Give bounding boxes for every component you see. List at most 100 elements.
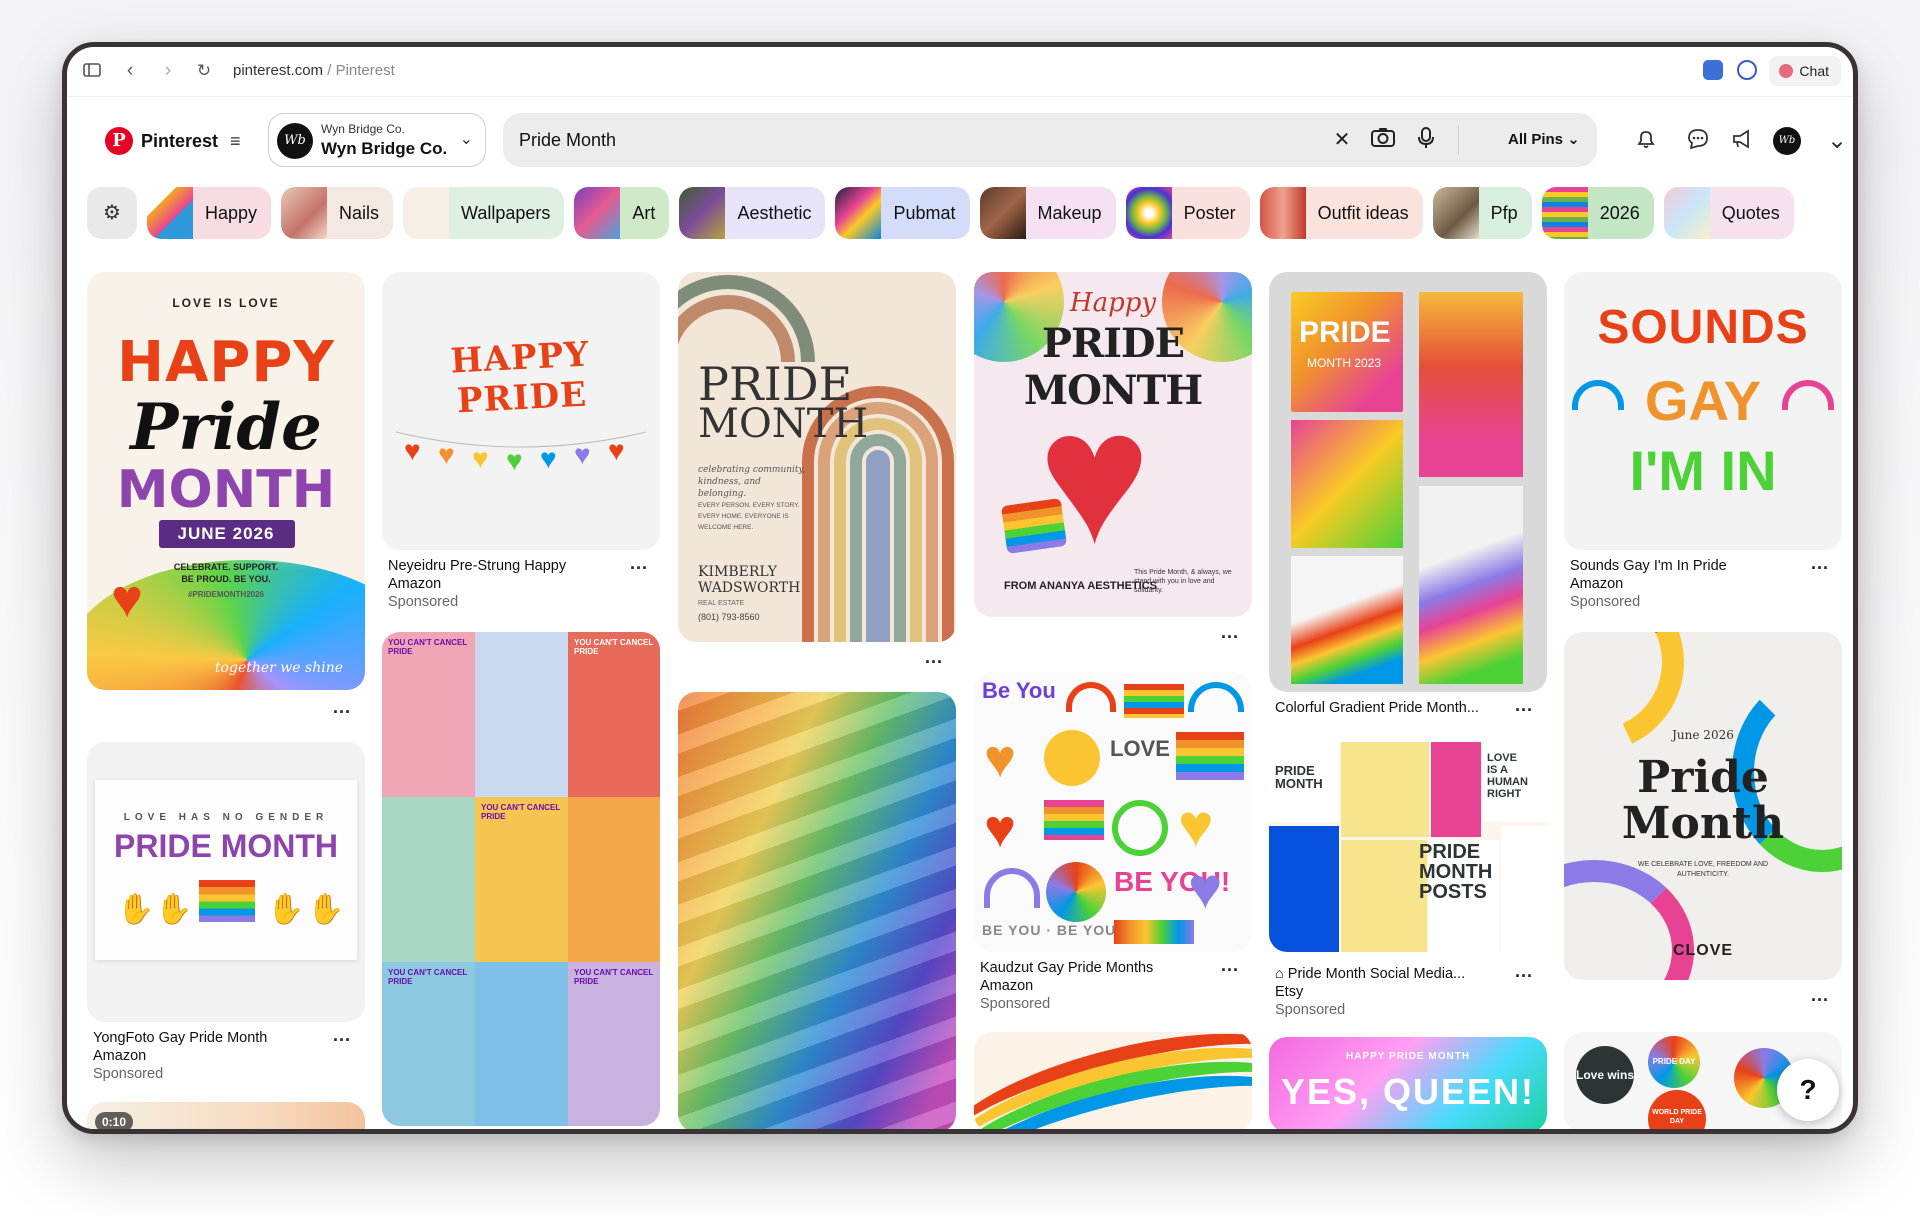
chip-aesthetic[interactable]: Aesthetic bbox=[679, 187, 826, 239]
chat-label: Chat bbox=[1799, 63, 1829, 79]
pin-text: June 2026 bbox=[1672, 728, 1734, 742]
photo-tile bbox=[568, 632, 660, 797]
pin-text: MONTH bbox=[698, 401, 869, 447]
more-options-icon[interactable]: ... bbox=[1811, 553, 1829, 574]
template-card bbox=[1419, 292, 1523, 477]
chip-outfit-ideas[interactable]: Outfit ideas bbox=[1259, 187, 1423, 239]
pin-text: YOU CAN'T CANCEL PRIDE bbox=[481, 803, 561, 821]
pin-title[interactable]: Pride Month Social Media... bbox=[1288, 966, 1465, 982]
clear-icon[interactable]: ✕ bbox=[1328, 126, 1356, 154]
chat-icon bbox=[1779, 64, 1794, 78]
search-input[interactable] bbox=[519, 113, 1299, 167]
pin-ananya-pride-month[interactable]: Happy PRIDE MONTH ♥ FROM ANANYA AESTHETI… bbox=[974, 272, 1252, 617]
chip-pfp[interactable]: Pfp bbox=[1432, 187, 1532, 239]
more-options-icon[interactable]: ... bbox=[1811, 985, 1829, 1006]
hand-icon: ✋ bbox=[155, 893, 193, 926]
megaphone-icon[interactable] bbox=[1728, 127, 1756, 155]
pin-kaudzut-stickers[interactable]: Be You ♥ LOVE WINS ♥ ♥ BE YOU! ♥ BE YOU … bbox=[974, 672, 1252, 952]
message-icon[interactable] bbox=[1684, 127, 1712, 155]
progress-flag-heart bbox=[1000, 498, 1068, 554]
reload-icon[interactable]: ↻ bbox=[193, 60, 215, 82]
sidebar-icon[interactable] bbox=[81, 60, 103, 82]
camera-icon[interactable] bbox=[1369, 126, 1397, 154]
pin-title[interactable]: Sounds Gay I'm In Pride bbox=[1570, 557, 1800, 575]
help-button[interactable]: ? bbox=[1777, 1059, 1839, 1121]
photo-tile bbox=[568, 962, 660, 1126]
pin-clove-pride-month[interactable]: June 2026 Pride Month WE CELEBRATE LOVE,… bbox=[1564, 632, 1842, 980]
more-options-icon[interactable]: ... bbox=[1221, 622, 1239, 643]
heart-garland: ♥ ♥ ♥ ♥ ♥ ♥ ♥ bbox=[395, 431, 647, 472]
pin-text: MONTH 2023 bbox=[1307, 356, 1382, 370]
svg-text:♥: ♥ bbox=[472, 443, 489, 472]
template-card bbox=[1291, 556, 1403, 684]
pin-sounds-gay-banner[interactable]: SOUNDS GAY I'M IN bbox=[1564, 272, 1842, 550]
pin-rainbow-waves[interactable] bbox=[974, 1032, 1252, 1129]
pin-cant-cancel-pride[interactable]: YOU CAN'T CANCEL PRIDE YOU CAN'T CANCEL … bbox=[382, 632, 660, 1126]
pin-title[interactable]: Colorful Gradient Pride Month... bbox=[1275, 699, 1515, 717]
pin-happy-pride-poster[interactable]: LOVE IS LOVE HAPPY Pride MONTH JUNE 2026… bbox=[87, 272, 365, 690]
browser-toolbar: ‹ › ↻ pinterest.com / Pinterest Chat bbox=[67, 47, 1853, 97]
chip-happy[interactable]: Happy bbox=[147, 187, 272, 239]
bell-icon[interactable] bbox=[1632, 127, 1660, 155]
pin-text: Pride bbox=[1637, 752, 1769, 803]
svg-text:♥: ♥ bbox=[506, 445, 523, 472]
more-options-icon[interactable]: ... bbox=[333, 1025, 351, 1046]
chip-thumbnail bbox=[979, 187, 1026, 239]
pin-title[interactable]: Kaudzut Gay Pride Months bbox=[980, 959, 1200, 977]
video-duration: 0:10 bbox=[95, 1112, 134, 1129]
profile-avatar[interactable]: Wb bbox=[1773, 127, 1801, 155]
chip-poster[interactable]: Poster bbox=[1125, 187, 1250, 239]
more-options-icon[interactable]: ... bbox=[1515, 695, 1533, 716]
menu-icon[interactable]: ≡ bbox=[230, 131, 241, 152]
more-options-icon[interactable]: ... bbox=[630, 553, 648, 574]
more-options-icon[interactable]: ... bbox=[925, 647, 943, 668]
mic-icon[interactable] bbox=[1412, 126, 1440, 154]
chip-2026[interactable]: 2026 bbox=[1541, 187, 1654, 239]
pin-pride-month-social-media[interactable]: PRIDE MONTH LOVE IS A HUMAN RIGHT PRIDE MONT… bbox=[1269, 742, 1547, 952]
account-switcher[interactable]: Wb Wyn Bridge Co. Wyn Bridge Co. ⌄ bbox=[268, 113, 486, 167]
search-bar: ✕ All Pins ⌄ bbox=[503, 113, 1597, 167]
banner-image bbox=[95, 780, 357, 960]
pinterest-logo[interactable]: P Pinterest ≡ bbox=[105, 127, 241, 155]
pin-colorful-gradient-pride[interactable]: PRIDE MONTH 2023 bbox=[1269, 272, 1547, 692]
pin-video[interactable]: 0:10 bbox=[87, 1102, 365, 1129]
pin-title[interactable]: Neyeidru Pre-Strung Happy bbox=[388, 557, 618, 575]
extension-icon[interactable] bbox=[1703, 60, 1723, 80]
pin-text: KIMBERLY WADSWORTH bbox=[698, 564, 801, 596]
chevron-down-icon[interactable]: ⌄ bbox=[1823, 127, 1851, 155]
chip-label: Art bbox=[632, 202, 656, 223]
chip-pubmat[interactable]: Pubmat bbox=[835, 187, 970, 239]
chip-thumbnail bbox=[1663, 187, 1710, 239]
pin-text: YES, QUEEN! bbox=[1280, 1071, 1536, 1112]
sticker-heart: ♥ bbox=[984, 729, 1017, 789]
more-options-icon[interactable]: ... bbox=[1515, 961, 1533, 982]
chip-nails[interactable]: Nails bbox=[281, 187, 394, 239]
pin-yongfoto-banner[interactable]: LOVE HAS NO GENDER PRIDE MONTH ✋ ✋ ✋ ✋ bbox=[87, 742, 365, 1022]
pin-type-dropdown[interactable]: All Pins ⌄ bbox=[1508, 130, 1580, 148]
divider bbox=[1458, 126, 1459, 154]
rainbow-flag bbox=[199, 880, 255, 922]
password-extension-icon[interactable] bbox=[1737, 60, 1757, 80]
sponsored-label: Sponsored bbox=[1570, 594, 1641, 610]
pin-text: Happy bbox=[1069, 288, 1157, 318]
chip-art[interactable]: Art bbox=[574, 187, 670, 239]
back-icon[interactable]: ‹ bbox=[119, 60, 141, 82]
pin-source: Amazon bbox=[1570, 576, 1624, 592]
more-options-icon[interactable]: ... bbox=[333, 697, 351, 718]
address-bar[interactable]: pinterest.com / Pinterest bbox=[233, 62, 395, 79]
chip-quotes[interactable]: Quotes bbox=[1663, 187, 1794, 239]
pin-title[interactable]: YongFoto Gay Pride Month bbox=[93, 1029, 313, 1047]
chip-makeup[interactable]: Makeup bbox=[979, 187, 1116, 239]
pin-yes-queen[interactable]: HAPPY PRIDE MONTH YES, QUEEN! bbox=[1269, 1037, 1547, 1129]
template-card bbox=[1501, 826, 1547, 952]
filter-icon[interactable]: ⚙ bbox=[87, 187, 137, 239]
sticker-flag bbox=[1176, 732, 1244, 780]
pin-kimberly-wadsworth[interactable]: PRIDE MONTH celebrating community, kindn… bbox=[678, 272, 956, 642]
forward-icon[interactable]: › bbox=[157, 60, 179, 82]
chat-button[interactable]: Chat bbox=[1769, 56, 1841, 86]
pin-happy-pride-banner[interactable]: HAPPY PRIDE ♥ ♥ ♥ ♥ ♥ ♥ ♥ bbox=[382, 272, 660, 550]
chip-thumbnail bbox=[1432, 187, 1479, 239]
more-options-icon[interactable]: ... bbox=[1221, 955, 1239, 976]
chip-wallpapers[interactable]: Wallpapers bbox=[403, 187, 565, 239]
pin-rainbow-fabric[interactable] bbox=[678, 692, 956, 1129]
